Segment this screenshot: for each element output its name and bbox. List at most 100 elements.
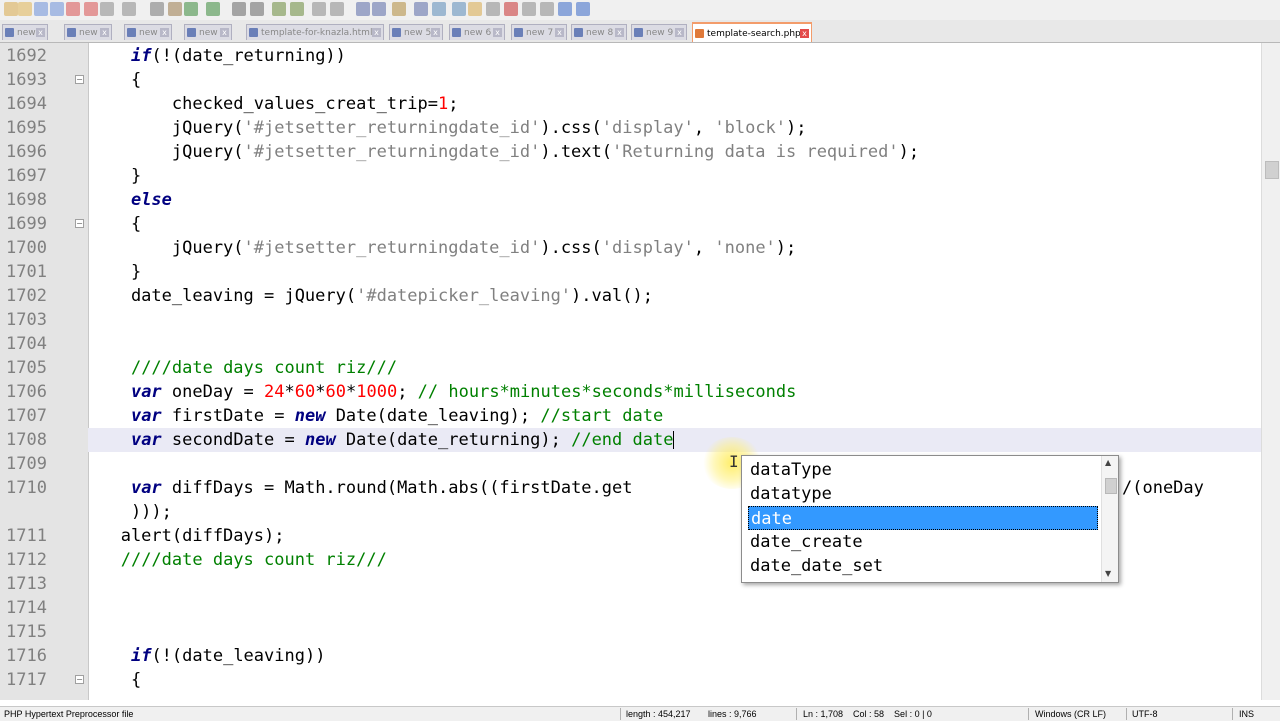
- code-line[interactable]: {: [0, 212, 1262, 236]
- scroll-down-arrow-icon[interactable]: ▼: [1105, 569, 1111, 578]
- code-line[interactable]: }: [0, 260, 1262, 284]
- code-line[interactable]: {: [0, 68, 1262, 92]
- indent-guide-icon[interactable]: [392, 2, 406, 16]
- autocomplete-item[interactable]: date_date_set: [748, 554, 1098, 578]
- tab-file[interactable]: new 7x: [511, 24, 567, 40]
- scroll-up-arrow-icon[interactable]: ▲: [1105, 458, 1111, 467]
- code-line-current[interactable]: var secondDate = new Date(date_returning…: [88, 428, 1262, 452]
- zoom-in-icon[interactable]: [272, 2, 286, 16]
- tab-file[interactable]: new 4x: [184, 24, 232, 40]
- token-str: 'none': [714, 238, 776, 258]
- tab-close-icon[interactable]: x: [493, 28, 502, 37]
- code-line[interactable]: if(!(date_returning)): [0, 44, 1262, 68]
- tab-file[interactable]: new 6x: [449, 24, 505, 40]
- autocomplete-item[interactable]: dataType: [748, 458, 1098, 482]
- replace-icon[interactable]: [250, 2, 264, 16]
- code-line[interactable]: [0, 332, 1262, 356]
- open-file-icon[interactable]: [18, 2, 32, 16]
- wrap-icon[interactable]: [356, 2, 370, 16]
- tab-close-icon[interactable]: x: [160, 28, 169, 37]
- code-line[interactable]: date_leaving = jQuery('#datepicker_leavi…: [0, 284, 1262, 308]
- tab-file[interactable]: new 8x: [571, 24, 627, 40]
- play-macro-icon[interactable]: [540, 2, 554, 16]
- autocomplete-popup[interactable]: dataType datatype date date_create date_date…: [741, 455, 1119, 583]
- monitor-icon[interactable]: [486, 2, 500, 16]
- code-line[interactable]: jQuery('#jetsetter_returningdate_id').cs…: [0, 116, 1262, 140]
- token: {: [90, 670, 142, 690]
- status-eol[interactable]: Windows (CR LF): [1035, 707, 1106, 721]
- code-text-tail: /(oneDay: [1122, 478, 1204, 498]
- tab-file[interactable]: new 3x: [124, 24, 172, 40]
- scrollbar-thumb[interactable]: [1265, 161, 1279, 179]
- tab-label: new 7: [526, 28, 554, 38]
- tab-close-icon[interactable]: x: [220, 28, 229, 37]
- sync-v-icon[interactable]: [312, 2, 326, 16]
- folder-icon[interactable]: [468, 2, 482, 16]
- token-cmt: //end date: [571, 430, 674, 450]
- token: (!(date_leaving)): [151, 646, 326, 666]
- run-macro-icon[interactable]: [558, 2, 572, 16]
- autocomplete-scrollbar[interactable]: ▲ ▼: [1101, 456, 1118, 582]
- tab-file[interactable]: new 5x: [389, 24, 443, 40]
- tab-label: new 9: [646, 28, 674, 38]
- sync-h-icon[interactable]: [330, 2, 344, 16]
- code-line[interactable]: var firstDate = new Date(date_leaving); …: [0, 404, 1262, 428]
- redo-icon[interactable]: [206, 2, 220, 16]
- tab-file[interactable]: new 2x: [64, 24, 112, 40]
- stop-macro-icon[interactable]: [522, 2, 536, 16]
- tab-file[interactable]: template-for-knazla.html x: [246, 24, 384, 40]
- code-line[interactable]: [0, 308, 1262, 332]
- code-line[interactable]: jQuery('#jetsetter_returningdate_id').cs…: [0, 236, 1262, 260]
- tab-close-icon[interactable]: x: [675, 28, 684, 37]
- undo-icon[interactable]: [184, 2, 198, 16]
- copy-icon[interactable]: [150, 2, 164, 16]
- tab-file[interactable]: new 1x: [2, 24, 48, 40]
- tab-close-icon[interactable]: x: [555, 28, 564, 37]
- cut-icon[interactable]: [122, 2, 136, 16]
- tab-close-icon[interactable]: x: [100, 28, 109, 37]
- tab-active[interactable]: template-search.php x: [692, 22, 812, 42]
- all-chars-icon[interactable]: [372, 2, 386, 16]
- code-line[interactable]: jQuery('#jetsetter_returningdate_id').te…: [0, 140, 1262, 164]
- tab-file[interactable]: new 9x: [631, 24, 687, 40]
- code-line[interactable]: else: [0, 188, 1262, 212]
- tab-close-icon[interactable]: x: [615, 28, 624, 37]
- code-line[interactable]: if(!(date_leaving)): [0, 644, 1262, 668]
- code-line[interactable]: {: [0, 668, 1262, 692]
- vertical-scrollbar[interactable]: [1261, 43, 1280, 700]
- code-line[interactable]: checked_values_creat_trip=1;: [0, 92, 1262, 116]
- close-icon[interactable]: [66, 2, 80, 16]
- func-list-icon[interactable]: [452, 2, 466, 16]
- code-line[interactable]: ////date days count riz///: [0, 356, 1262, 380]
- code-text: {: [90, 212, 141, 236]
- code-line[interactable]: [0, 596, 1262, 620]
- code-line[interactable]: }: [0, 164, 1262, 188]
- autocomplete-item[interactable]: datatype: [748, 482, 1098, 506]
- status-encoding[interactable]: UTF-8: [1132, 707, 1158, 721]
- save-icon[interactable]: [34, 2, 48, 16]
- tab-close-icon[interactable]: x: [372, 28, 381, 37]
- print-icon[interactable]: [100, 2, 114, 16]
- paste-icon[interactable]: [168, 2, 182, 16]
- save-macro-icon[interactable]: [576, 2, 590, 16]
- close-all-icon[interactable]: [84, 2, 98, 16]
- doc-map-icon[interactable]: [432, 2, 446, 16]
- tab-close-icon[interactable]: x: [36, 28, 45, 37]
- find-icon[interactable]: [232, 2, 246, 16]
- file-tab-icon: [127, 28, 136, 37]
- record-macro-icon[interactable]: [504, 2, 518, 16]
- code-editor[interactable]: 1692 1693−1694 1695 1696 1697 1698 1699−1700 17…: [0, 43, 1262, 700]
- zoom-out-icon[interactable]: [290, 2, 304, 16]
- save-all-icon[interactable]: [50, 2, 64, 16]
- status-mode[interactable]: INS: [1239, 707, 1254, 721]
- autocomplete-scroll-thumb[interactable]: [1105, 478, 1117, 494]
- lang-icon[interactable]: [414, 2, 428, 16]
- tab-close-icon[interactable]: x: [431, 28, 440, 37]
- new-file-icon[interactable]: [4, 2, 18, 16]
- autocomplete-item[interactable]: date_create: [748, 530, 1098, 554]
- code-line[interactable]: [0, 620, 1262, 644]
- tab-close-icon[interactable]: x: [800, 29, 809, 38]
- code-line[interactable]: var oneDay = 24*60*60*1000; // hours*min…: [0, 380, 1262, 404]
- autocomplete-item[interactable]: date: [748, 506, 1098, 530]
